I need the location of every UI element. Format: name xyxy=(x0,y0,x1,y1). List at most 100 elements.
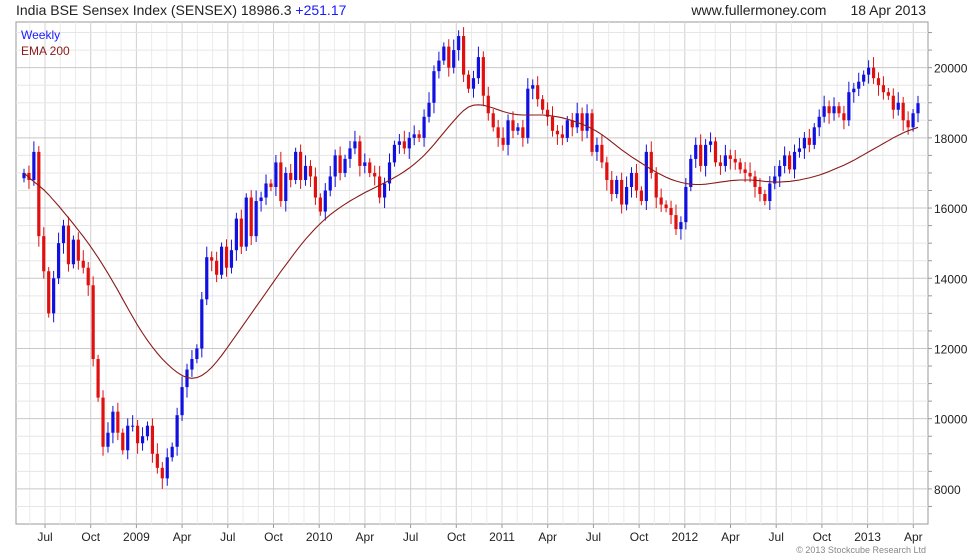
candle-body xyxy=(155,453,159,468)
candle-body xyxy=(511,120,515,131)
x-tick-label: Jul xyxy=(220,530,235,544)
x-tick-label: 2010 xyxy=(306,530,333,544)
candle-body xyxy=(466,74,471,89)
candle-body xyxy=(506,120,510,145)
candle-body xyxy=(911,113,915,128)
y-tick-label: 18000 xyxy=(934,132,968,146)
y-tick-label: 8000 xyxy=(934,483,961,497)
candle-body xyxy=(200,299,204,349)
candle-body xyxy=(368,162,372,173)
y-tick-label: 16000 xyxy=(934,202,968,216)
candle-body xyxy=(37,151,41,237)
candle-body xyxy=(659,197,663,205)
candle-body xyxy=(550,116,555,131)
candle-body xyxy=(624,186,629,205)
website-link[interactable]: www.fullermoney.com xyxy=(691,2,826,18)
candle-body xyxy=(452,50,456,68)
x-tick-label: Apr xyxy=(356,530,375,544)
candle-body xyxy=(491,113,495,128)
legend-ema-200: EMA 200 xyxy=(21,44,70,58)
candle-body xyxy=(392,144,397,163)
candle-body xyxy=(353,141,357,149)
candle-body xyxy=(708,141,713,145)
candle-body xyxy=(32,151,36,180)
candle-body xyxy=(348,148,352,159)
x-tick-label: Jul xyxy=(403,530,418,544)
candle-body xyxy=(71,239,75,265)
candle-body xyxy=(461,36,466,75)
candle-body xyxy=(689,158,693,187)
candle-body xyxy=(382,183,387,198)
candle-body xyxy=(66,225,71,265)
candle-body xyxy=(150,425,155,454)
candle-body xyxy=(812,127,816,145)
x-tick-label: 2012 xyxy=(671,530,698,544)
candle-body xyxy=(407,137,411,149)
candle-body xyxy=(294,151,298,180)
candle-body xyxy=(126,425,130,451)
candle-body xyxy=(832,106,836,114)
candle-body xyxy=(358,141,362,166)
candle-body xyxy=(303,165,308,180)
candle-body xyxy=(328,176,332,191)
candle-body xyxy=(842,113,846,121)
candle-body xyxy=(694,144,698,159)
candle-body xyxy=(422,116,426,138)
candle-body xyxy=(763,194,767,202)
candle-body xyxy=(575,113,579,128)
candle-body xyxy=(457,36,461,51)
candle-body xyxy=(605,162,609,180)
candle-body xyxy=(116,411,120,433)
candle-body xyxy=(274,162,278,187)
candle-body xyxy=(313,176,318,198)
candle-body xyxy=(165,457,169,479)
candle-body xyxy=(699,144,703,166)
candle-body xyxy=(595,144,599,152)
candle-body xyxy=(867,67,871,75)
candle-body xyxy=(733,158,737,163)
candle-body xyxy=(76,239,80,261)
candle-body xyxy=(289,172,293,180)
x-tick-label: Apr xyxy=(721,530,740,544)
candle-body xyxy=(541,99,545,110)
x-tick-label: Oct xyxy=(447,530,466,544)
candle-body xyxy=(47,271,51,314)
candle-body xyxy=(244,197,248,247)
candle-body xyxy=(363,162,367,166)
candle-body xyxy=(886,92,890,96)
title-text: India BSE Sensex Index (SENSEX) xyxy=(16,2,237,18)
candle-body xyxy=(298,151,303,180)
candle-body xyxy=(131,425,135,427)
candle-body xyxy=(145,425,150,437)
legend-weekly: Weekly xyxy=(21,28,61,42)
candle-body xyxy=(857,81,861,89)
candle-body xyxy=(862,74,866,82)
candle-body xyxy=(610,179,614,195)
y-tick-label: 14000 xyxy=(934,272,968,286)
candle-body xyxy=(175,415,179,447)
candle-body xyxy=(52,278,56,314)
candle-body xyxy=(501,137,505,145)
candle-body xyxy=(590,113,594,152)
x-tick-label: Oct xyxy=(264,530,283,544)
candle-body xyxy=(264,183,268,198)
candle-body xyxy=(378,176,382,198)
candle-body xyxy=(768,183,772,202)
candle-body xyxy=(195,348,199,360)
candle-body xyxy=(728,155,732,159)
price-change: +251.17 xyxy=(295,2,347,18)
x-axis-labels: Jul Oct 2009 Apr Jul Oct 2010 Apr Jul Oct 2011 Apr J… xyxy=(37,530,922,544)
candle-body xyxy=(787,155,792,170)
candle-body xyxy=(338,155,342,173)
candle-body xyxy=(778,165,782,177)
last-price: 18986.3 xyxy=(240,2,292,18)
candle-body xyxy=(713,141,718,163)
candle-body xyxy=(432,71,436,103)
candle-body xyxy=(531,85,535,89)
candle-body xyxy=(136,425,140,444)
candle-body xyxy=(852,88,856,93)
candle-body xyxy=(916,103,920,114)
candle-body xyxy=(901,102,905,121)
candle-body xyxy=(743,169,747,173)
candle-body xyxy=(837,106,841,114)
